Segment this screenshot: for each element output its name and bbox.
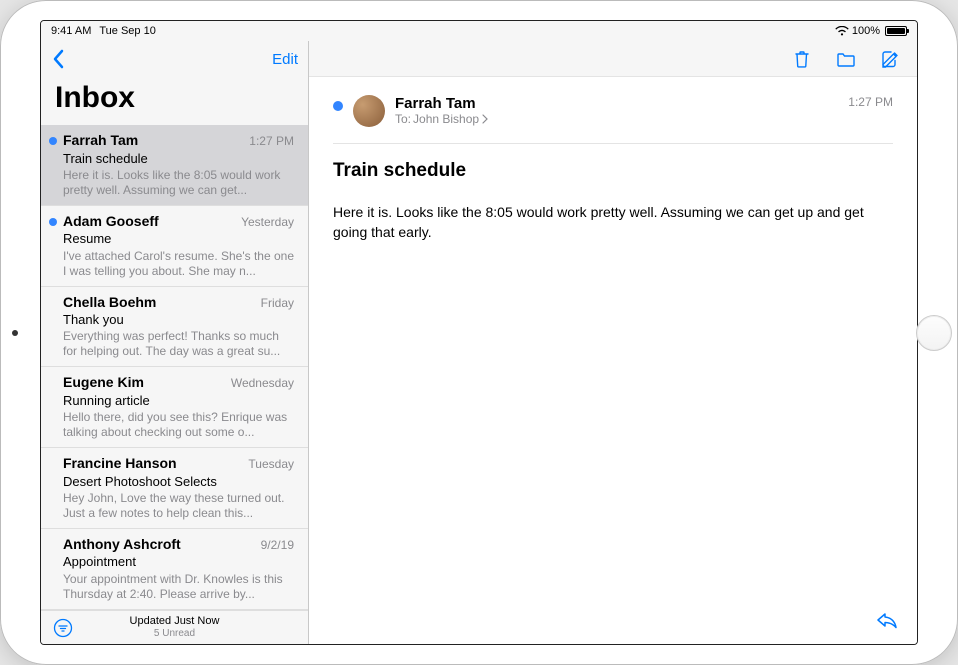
trash-icon[interactable] xyxy=(791,48,813,70)
front-camera xyxy=(12,330,18,336)
to-name: John Bishop xyxy=(413,112,479,126)
message-item[interactable]: Farrah Tam 1:27 PM Train scheduleHere it i… xyxy=(41,125,308,206)
message-subject: Appointment xyxy=(63,554,294,570)
message-item[interactable]: Eugene Kim Wednesday Running articleHello … xyxy=(41,367,308,448)
message-time: Yesterday xyxy=(241,215,294,230)
message-sender: Eugene Kim xyxy=(63,374,144,392)
status-bar: 9:41 AM Tue Sep 10 100% xyxy=(41,21,917,41)
message-sender: Francine Hanson xyxy=(63,455,177,473)
message-subject: Desert Photoshoot Selects xyxy=(63,474,294,490)
reply-button[interactable] xyxy=(875,610,899,630)
wifi-icon xyxy=(835,26,849,36)
message-list[interactable]: Farrah Tam 1:27 PM Train scheduleHere it i… xyxy=(41,125,308,610)
message-time: 1:27 PM xyxy=(848,95,893,109)
message-preview: Hello there, did you see this? Enrique w… xyxy=(63,410,294,440)
edit-button[interactable]: Edit xyxy=(272,51,298,68)
mailbox-sidebar: Edit Inbox Farrah Tam 1:27 PM Train schedu… xyxy=(41,41,309,644)
back-button[interactable] xyxy=(51,49,65,69)
move-folder-icon[interactable] xyxy=(835,48,857,70)
message-subject: Thank you xyxy=(63,312,294,328)
compose-icon[interactable] xyxy=(879,48,901,70)
unread-count: 5 Unread xyxy=(154,628,195,640)
status-date: Tue Sep 10 xyxy=(99,25,155,37)
screen: 9:41 AM Tue Sep 10 100% Edit xyxy=(40,20,918,645)
message-header: Farrah Tam To: John Bishop 1:27 PM xyxy=(333,95,893,127)
message-preview: Hey John, Love the way these turned out.… xyxy=(63,491,294,521)
sender-avatar[interactable] xyxy=(353,95,385,127)
unread-dot xyxy=(49,218,57,226)
message-preview: Here it is. Looks like the 8:05 would wo… xyxy=(63,168,294,198)
message-item[interactable]: Chella Boehm FridayThank youEverything wa… xyxy=(41,287,308,368)
mailbox-title: Inbox xyxy=(41,77,308,125)
message-preview: Your appointment with Dr. Knowles is thi… xyxy=(63,572,294,602)
ipad-frame: 9:41 AM Tue Sep 10 100% Edit xyxy=(0,0,958,665)
sidebar-footer: Updated Just Now 5 Unread xyxy=(41,610,308,644)
unread-dot xyxy=(49,137,57,145)
message-item[interactable]: Francine Hanson Tuesday Desert Photoshoot … xyxy=(41,448,308,529)
chevron-right-icon xyxy=(481,114,489,124)
to-label: To: xyxy=(395,112,411,126)
message-subject: Train schedule xyxy=(63,151,294,167)
message-body: Here it is. Looks like the 8:05 would wo… xyxy=(333,202,893,243)
message-sender: Chella Boehm xyxy=(63,294,156,312)
message-preview: Everything was perfect! Thanks so much f… xyxy=(63,329,294,359)
message-subject: Running article xyxy=(63,393,294,409)
filter-button[interactable] xyxy=(53,618,73,638)
update-status: Updated Just Now xyxy=(130,615,220,628)
to-line[interactable]: To: John Bishop xyxy=(395,112,838,126)
battery-percent: 100% xyxy=(852,25,880,37)
message-time: Wednesday xyxy=(231,376,294,391)
message-sender: Adam Gooseff xyxy=(63,213,159,231)
message-sender: Farrah Tam xyxy=(63,132,138,150)
message-sender: Anthony Ashcroft xyxy=(63,536,181,554)
message-time: 9/2/19 xyxy=(261,538,294,553)
message-time: 1:27 PM xyxy=(249,134,294,149)
divider xyxy=(333,143,893,144)
message-item[interactable]: Anthony Ashcroft 9/2/19Appointment Your ap… xyxy=(41,529,308,610)
message-reader: Farrah Tam To: John Bishop 1:27 PM Train… xyxy=(309,41,917,644)
battery-icon xyxy=(885,26,907,36)
message-subject: Train schedule xyxy=(333,160,893,182)
status-time: 9:41 AM xyxy=(51,25,91,37)
unread-indicator xyxy=(333,101,343,111)
reader-toolbar xyxy=(309,41,917,77)
message-item[interactable]: Adam Gooseff YesterdayResume I've attached… xyxy=(41,206,308,287)
message-time: Tuesday xyxy=(248,457,294,472)
message-time: Friday xyxy=(261,296,294,311)
from-name[interactable]: Farrah Tam xyxy=(395,95,838,112)
home-button[interactable] xyxy=(916,315,952,351)
message-subject: Resume xyxy=(63,231,294,247)
message-preview: I've attached Carol's resume. She's the … xyxy=(63,249,294,279)
